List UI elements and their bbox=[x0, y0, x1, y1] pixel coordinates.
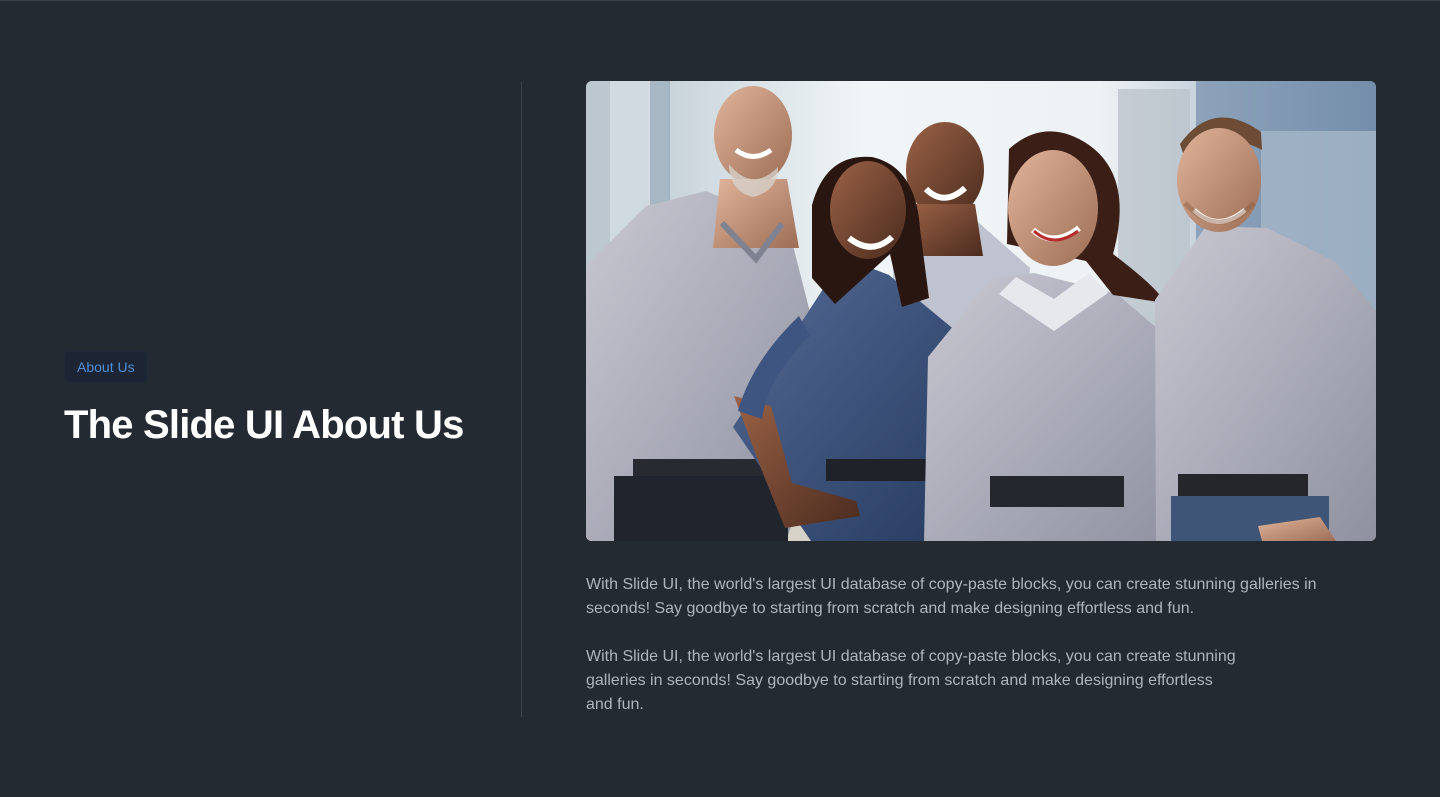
about-section: About Us The Slide UI About Us With Slid… bbox=[0, 0, 1440, 797]
vertical-divider bbox=[521, 82, 522, 717]
about-badge: About Us bbox=[64, 351, 148, 383]
about-paragraph-2: With Slide UI, the world's largest UI da… bbox=[586, 648, 1236, 713]
team-photo-illustration bbox=[586, 81, 1376, 541]
page-title: The Slide UI About Us bbox=[64, 403, 464, 447]
team-photo bbox=[586, 81, 1376, 541]
hero-content: About Us The Slide UI About Us bbox=[64, 351, 484, 449]
about-copy: With Slide UI, the world's largest UI da… bbox=[586, 573, 1376, 717]
about-paragraph-1: With Slide UI, the world's largest UI da… bbox=[586, 576, 1317, 617]
